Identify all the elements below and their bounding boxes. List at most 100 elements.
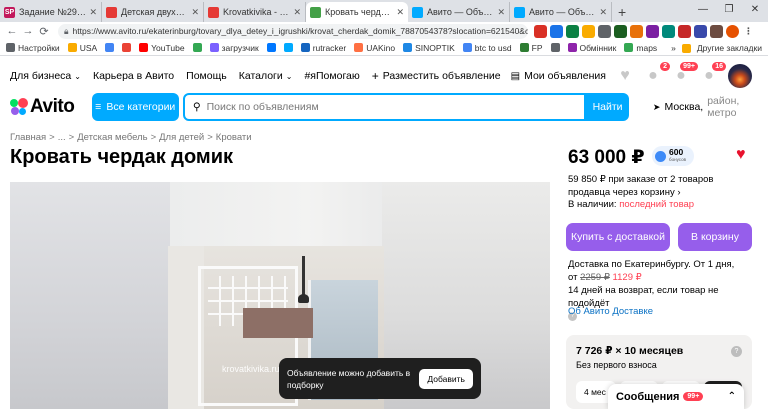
breadcrumb-link[interactable]: Главная <box>10 132 46 143</box>
bookmark-item[interactable] <box>550 43 560 52</box>
breadcrumb-link[interactable]: ... <box>58 132 66 143</box>
bookmark-favicon-icon <box>403 43 413 52</box>
search-button[interactable]: Найти <box>586 93 629 121</box>
breadcrumb-link[interactable]: Кровати <box>216 132 252 143</box>
reload-icon[interactable]: ⟳ <box>36 25 52 38</box>
bookmark-item[interactable]: USA <box>67 43 97 53</box>
extension-icon[interactable] <box>582 24 595 38</box>
extension-icon[interactable] <box>710 24 723 38</box>
about-delivery-link[interactable]: Об Авито Доставке <box>568 306 653 317</box>
browser-tab-strip: SPЗадание №2986470 - п✕Детская двухъярус… <box>0 0 768 22</box>
add-to-cart-button[interactable]: В корзину <box>678 223 752 251</box>
bookmark-item[interactable] <box>122 43 132 52</box>
bookmark-label: Настройки <box>18 42 60 53</box>
my-ads-link[interactable]: ▤ Мои объявления <box>511 70 606 82</box>
bookmark-item[interactable] <box>192 43 202 52</box>
installment-subtitle: Без первого взноса <box>576 360 657 370</box>
extension-icon[interactable] <box>694 24 707 38</box>
bookmark-item[interactable]: YouTube <box>139 43 185 53</box>
close-window-icon[interactable]: ✕ <box>742 0 768 22</box>
bookmark-label: maps <box>636 42 658 53</box>
bookmark-item[interactable] <box>266 43 276 52</box>
favorites-heart-icon[interactable]: ♥ <box>616 67 634 85</box>
url-field[interactable]: 🔒︎ https://www.avito.ru/ekaterinburg/tov… <box>58 23 528 39</box>
extension-icon[interactable] <box>534 24 547 38</box>
bookmark-item[interactable]: Настройки <box>6 43 60 53</box>
address-bar-row: ← → ⟳ 🔒︎ https://www.avito.ru/ekaterinbu… <box>0 22 768 40</box>
cart-icon[interactable]: ● 16 <box>700 62 726 85</box>
nav-ya-pomogayu[interactable]: #яПомогаю <box>304 70 359 82</box>
chat-icon[interactable]: ● 99+ <box>672 62 698 85</box>
minimize-icon[interactable]: — <box>690 0 716 22</box>
browser-tab[interactable]: Кровать чердак домик✕ <box>306 2 408 22</box>
menu-dots-icon[interactable]: ⋮ <box>742 24 755 38</box>
breadcrumb-link[interactable]: Для детей <box>159 132 204 143</box>
toast-add-button[interactable]: Добавить <box>419 368 473 389</box>
extension-icon[interactable] <box>646 24 659 38</box>
maximize-icon[interactable]: ❐ <box>716 0 742 22</box>
search-input[interactable]: ⚲ Поиск по объявлениям <box>182 93 587 121</box>
buy-with-delivery-button[interactable]: Купить с доставкой <box>566 223 670 251</box>
nav-help[interactable]: Помощь <box>186 70 227 82</box>
bookmark-item[interactable]: btc to usd <box>462 43 512 53</box>
bookmark-item[interactable]: UAKino <box>354 43 395 53</box>
favorite-heart-icon[interactable]: ♥ <box>736 146 746 164</box>
browser-tab[interactable]: Детская двухъярусная✕ <box>102 2 204 22</box>
stock-status: В наличии: последний товар <box>568 199 695 210</box>
tab-close-icon[interactable]: ✕ <box>396 7 404 18</box>
tab-label: Авито — Объявления н <box>427 7 494 17</box>
bookmark-label: rutracker <box>312 42 347 53</box>
post-ad-link[interactable]: + Разместить объявление <box>372 69 501 83</box>
profile-icon[interactable] <box>726 24 739 38</box>
extension-icon[interactable] <box>630 24 643 38</box>
menu-icon: ≡ <box>95 101 102 113</box>
new-tab-button[interactable]: + <box>612 2 632 22</box>
bookmark-item[interactable]: загрузчик <box>209 42 259 53</box>
extension-icon[interactable] <box>678 24 691 38</box>
extension-icon[interactable] <box>566 24 579 38</box>
tab-close-icon[interactable]: ✕ <box>293 7 301 18</box>
bell-icon[interactable]: ● 2 <box>644 62 670 85</box>
bonus-badge[interactable]: 600 бонусов <box>652 146 694 166</box>
extension-icon[interactable] <box>598 24 611 38</box>
bookmark-favicon-icon <box>266 43 276 52</box>
browser-tab[interactable]: SP Задание №2986470 - п✕ <box>0 2 102 22</box>
extension-icon[interactable] <box>550 24 563 38</box>
bookmark-favicon-icon <box>139 43 149 52</box>
bookmark-item[interactable]: Обмінник <box>567 43 616 53</box>
bookmark-item[interactable] <box>283 43 293 52</box>
bookmark-item[interactable]: rutracker <box>300 42 347 53</box>
messages-widget[interactable]: Сообщения 99+ ⌃ <box>608 384 744 409</box>
breadcrumb-link[interactable]: Детская мебель <box>77 132 147 143</box>
browser-tab[interactable]: Krovatkivika - официал✕ <box>204 2 306 22</box>
browser-tab[interactable]: Авито — Объявления н✕ <box>510 2 612 22</box>
avito-logo[interactable]: Avito <box>10 96 92 118</box>
promo-price-line[interactable]: 59 850 ₽ при заказе от 2 товаров продавц… <box>568 173 758 199</box>
browser-tab[interactable]: Авито — Объявления н✕ <box>408 2 510 22</box>
nav-catalogs[interactable]: Каталоги ⌄ <box>239 70 293 82</box>
bookmark-item[interactable]: FP <box>519 43 543 53</box>
avatar[interactable] <box>728 64 752 88</box>
tab-close-icon[interactable]: ✕ <box>191 7 199 18</box>
other-bookmarks[interactable]: » Другие закладки <box>671 43 762 53</box>
forward-icon[interactable]: → <box>20 25 36 37</box>
back-icon[interactable]: ← <box>4 25 20 37</box>
bookmark-favicon-icon <box>122 43 132 52</box>
bookmark-item[interactable]: maps <box>624 43 657 53</box>
extension-icon[interactable] <box>614 24 627 38</box>
tab-close-icon[interactable]: ✕ <box>497 7 505 18</box>
bookmark-favicon-icon <box>462 43 472 52</box>
bookmark-item[interactable]: SINOPTIK <box>403 43 455 53</box>
extension-icon[interactable] <box>662 24 675 38</box>
tab-close-icon[interactable]: ✕ <box>89 7 97 18</box>
nav-business[interactable]: Для бизнеса ⌄ <box>10 70 81 82</box>
tab-close-icon[interactable]: ✕ <box>599 7 607 18</box>
bookmark-label: загрузчик <box>221 42 259 53</box>
price: 63 000 ₽ <box>568 147 645 168</box>
location-selector[interactable]: ➤ Москва, район, метро <box>653 95 768 119</box>
bookmark-item[interactable] <box>105 43 115 52</box>
tab-favicon-icon <box>106 6 117 18</box>
help-icon[interactable]: ? <box>731 346 742 357</box>
all-categories-button[interactable]: ≡ Все категории <box>91 93 179 121</box>
nav-career[interactable]: Карьера в Авито <box>93 70 174 82</box>
